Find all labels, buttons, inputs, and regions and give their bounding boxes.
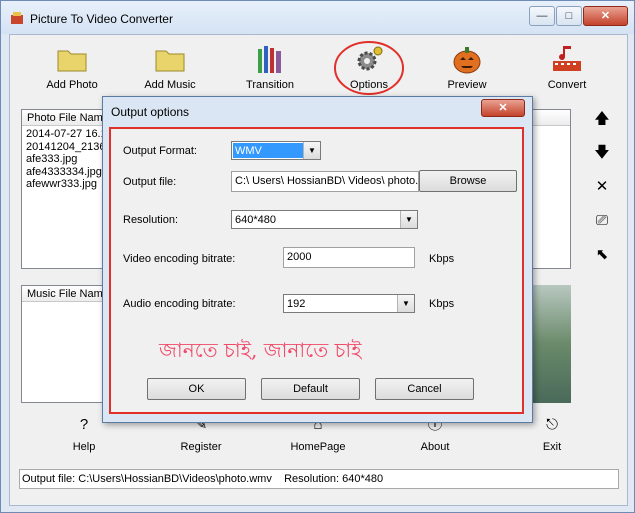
video-bitrate-unit: Kbps bbox=[429, 253, 455, 265]
video-bitrate-label: Video encoding bitrate: bbox=[123, 253, 236, 265]
maximize-button[interactable]: □ bbox=[556, 6, 582, 26]
audio-bitrate-select[interactable]: 192 ▼ bbox=[283, 294, 415, 313]
clear-icon: ⎚ bbox=[595, 212, 608, 229]
ok-button[interactable]: OK bbox=[147, 378, 246, 400]
about-label: About bbox=[420, 441, 450, 453]
dialog-close-button[interactable]: ✕ bbox=[481, 99, 525, 117]
help-icon: ? bbox=[79, 416, 89, 433]
delete-button[interactable]: ✕ bbox=[592, 177, 612, 197]
resolution-select[interactable]: 640*480 ▼ bbox=[231, 210, 418, 229]
video-bitrate-input[interactable]: 2000 bbox=[283, 247, 415, 268]
title-bar: Picture To Video Converter — □ ✕ bbox=[1, 1, 634, 34]
folder-icon bbox=[155, 50, 185, 72]
dialog-content: Output Format: WMV ▼ Output file: C:\ Us… bbox=[109, 127, 524, 414]
photo-file-name-column: Photo File Name bbox=[27, 112, 109, 124]
add-photo-label: Add Photo bbox=[46, 79, 98, 91]
audio-bitrate-label: Audio encoding bitrate: bbox=[123, 298, 236, 310]
output-options-dialog: Output options ✕ Output Format: WMV ▼ Ou… bbox=[102, 96, 533, 423]
output-format-select[interactable]: WMV ▼ bbox=[231, 141, 321, 160]
help-label: Help bbox=[72, 441, 96, 453]
status-bar: Output file: C:\Users\HossianBD\Videos\p… bbox=[19, 469, 619, 489]
watermark-text: জানতে চাই, জানাতে চাই bbox=[159, 338, 362, 362]
delete-icon: ✕ bbox=[595, 178, 609, 195]
chevron-down-icon: ▼ bbox=[397, 295, 414, 312]
chevron-down-icon: ▼ bbox=[303, 142, 320, 159]
arrow-up-icon: 🡅 bbox=[594, 110, 610, 127]
output-format-label: Output Format: bbox=[123, 145, 197, 157]
move-top-button[interactable]: ⬉ bbox=[592, 245, 612, 265]
preview-button[interactable]: Preview bbox=[422, 43, 512, 93]
arrow-top-left-icon: ⬉ bbox=[595, 246, 609, 263]
close-button[interactable]: ✕ bbox=[583, 6, 628, 26]
folder-icon bbox=[57, 50, 87, 72]
arrow-down-icon: 🡇 bbox=[594, 144, 610, 161]
window-title: Picture To Video Converter bbox=[30, 12, 173, 26]
chevron-down-icon: ▼ bbox=[400, 211, 417, 228]
add-music-label: Add Music bbox=[144, 79, 196, 91]
add-music-button[interactable]: Add Music bbox=[125, 43, 215, 93]
browse-button[interactable]: Browse bbox=[419, 170, 517, 192]
resolution-label: Resolution: bbox=[123, 214, 179, 226]
preview-label: Preview bbox=[447, 79, 487, 91]
audio-bitrate-unit: Kbps bbox=[429, 298, 455, 310]
pencils-icon bbox=[258, 46, 281, 73]
audio-bitrate-value: 192 bbox=[287, 298, 306, 310]
output-format-value: WMV bbox=[233, 143, 305, 158]
move-down-button[interactable]: 🡇 bbox=[592, 143, 612, 163]
app-icon bbox=[11, 12, 23, 24]
exit-label: Exit bbox=[542, 441, 562, 453]
output-file-input[interactable]: C:\ Users\ HossianBD\ Videos\ photo.wmv bbox=[231, 171, 419, 192]
default-button[interactable]: Default bbox=[261, 378, 360, 400]
clear-button[interactable]: ⎚ bbox=[592, 211, 612, 231]
exit-icon: ⎋ bbox=[546, 416, 558, 433]
move-up-button[interactable]: 🡅 bbox=[592, 109, 612, 129]
transition-label: Transition bbox=[246, 79, 294, 91]
dialog-title: Output options bbox=[111, 105, 190, 119]
film-music-icon bbox=[553, 46, 581, 71]
convert-button[interactable]: Convert bbox=[522, 43, 612, 93]
main-window: Picture To Video Converter — □ ✕ Add Pho… bbox=[0, 0, 635, 513]
convert-label: Convert bbox=[547, 79, 587, 91]
resolution-value: 640*480 bbox=[235, 214, 276, 226]
register-label: Register bbox=[180, 441, 222, 453]
homepage-label: HomePage bbox=[290, 441, 346, 453]
output-file-label: Output file: bbox=[123, 176, 177, 188]
music-file-name-column: Music File Name bbox=[27, 288, 109, 300]
add-photo-button[interactable]: Add Photo bbox=[27, 43, 117, 93]
transition-button[interactable]: Transition bbox=[225, 43, 315, 93]
options-highlight-circle bbox=[334, 41, 404, 95]
cancel-button[interactable]: Cancel bbox=[375, 378, 474, 400]
minimize-button[interactable]: — bbox=[529, 6, 555, 26]
pumpkin-icon bbox=[453, 47, 481, 74]
photo-thumbnail bbox=[532, 285, 571, 403]
